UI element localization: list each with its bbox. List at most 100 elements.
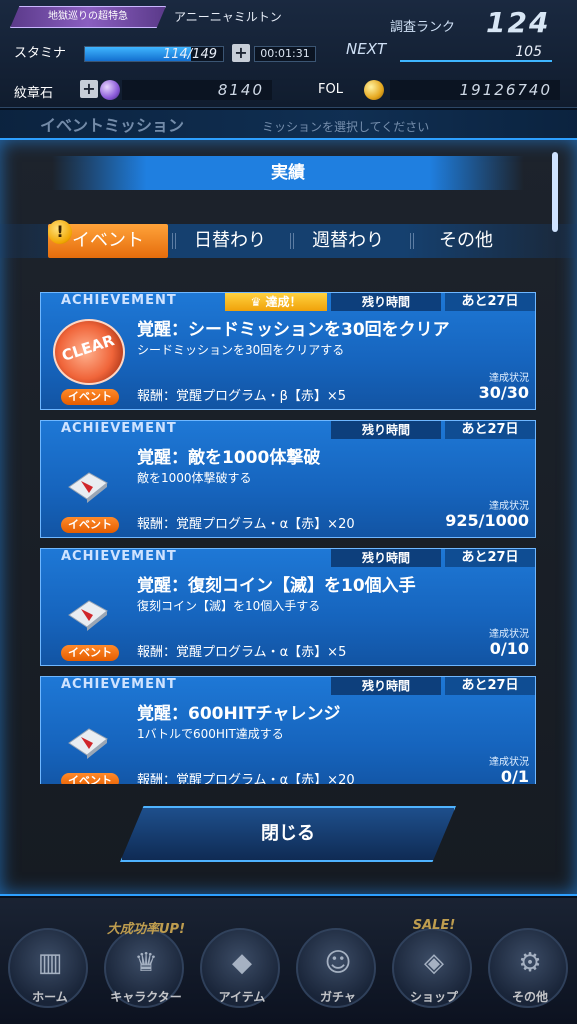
background-subtitle: ミッションを選択してください [262,120,430,134]
mission-description: シードミッションを30回をクリアする [137,343,345,357]
remain-label: 残り時間 [331,549,441,567]
nav-character[interactable]: 大成功率UP! ♛ キャラクター [104,922,185,1008]
nav-label: ホーム [32,990,68,1004]
item-icon: ◆ [232,948,252,978]
mission-reward: 報酬：覚醒プログラム・α【赤】×5 [137,645,347,660]
tab-separator [172,233,176,249]
nav-gacha[interactable]: ☺ ガチャ [296,928,376,1008]
fol-box: 19126740 [390,80,560,100]
achieved-badge: ♛ 達成！ [225,293,327,311]
card-header: ACHIEVEMENT [61,293,177,308]
background-title: イベントミッション [40,116,185,135]
nav-item[interactable]: ◆ アイテム [200,928,280,1008]
mission-title: 覚醒：600HITチャレンジ [137,704,341,724]
remain-label: 残り時間 [331,293,441,311]
mission-list[interactable]: ACHIEVEMENT ♛ 達成！ 残り時間 あと27日 CLEAR 覚醒：シー… [40,290,538,784]
stamina-label: スタミナ [14,46,67,61]
clear-stamp-text: CLEAR [59,331,117,365]
settings-gear-icon: ⚙ [518,948,542,978]
event-tag-badge: イベント [61,517,119,533]
clear-stamp-icon: CLEAR [53,319,125,385]
home-icon: ▥ [37,948,63,978]
gem-icon [100,80,120,100]
tab-separator [290,233,294,249]
list-scrollbar[interactable] [552,152,558,232]
close-button[interactable]: 閉じる [120,806,456,862]
remain-value: あと27日 [445,549,535,567]
mission-title: 覚醒：敵を1000体撃破 [137,448,321,468]
mission-reward: 報酬：覚醒プログラム・α【赤】×20 [137,517,355,532]
fol-value: 19126740 [459,81,552,99]
status-label: 達成状況 [489,629,529,640]
mission-reward: 報酬：覚醒プログラム・α【赤】×20 [137,773,355,784]
tab-bar: イベント 日替わり 週替わり その他 [0,224,577,258]
rank-value: 124 [486,6,551,39]
rank-label: 調査ランク [390,20,456,35]
program-chip-icon [68,728,108,759]
fol-label: FOL [318,82,343,97]
mission-progress: 0/1 [500,767,529,784]
nav-shop[interactable]: SALE! ◈ ショップ [392,918,472,1008]
mission-card[interactable]: ACHIEVEMENT 残り時間 あと27日 覚醒：600HITチャレンジ 1バ… [40,676,536,784]
stamina-bar: 114/149 [84,46,224,62]
mission-progress: 925/1000 [445,511,529,530]
stone-box: 8140 [122,80,272,100]
remain-value: あと27日 [445,421,535,439]
tab-daily[interactable]: 日替わり [178,224,282,258]
remain-label: 残り時間 [331,421,441,439]
program-chip-icon [68,472,108,503]
remain-label: 残り時間 [331,677,441,695]
character-icon: ♛ [134,948,158,978]
next-bar: 105 [400,44,552,62]
nav-promo: 大成功率UP! [106,922,185,937]
nav-label: キャラクター [110,990,182,1004]
tab-separator [410,233,414,249]
mission-progress: 0/10 [489,639,529,658]
card-header: ACHIEVEMENT [61,421,177,436]
nav-other[interactable]: ⚙ その他 [488,928,568,1008]
nav-label: ショップ [409,990,458,1004]
next-label: NEXT [346,40,387,58]
mission-progress: 30/30 [478,383,529,402]
mission-reward: 報酬：覚醒プログラム・β【赤】×5 [137,389,347,404]
status-label: 達成状況 [489,757,529,768]
modal-title: 実績 [52,156,524,190]
mission-description: 復刻コイン【滅】を10個入手する [137,599,321,613]
tab-other[interactable]: その他 [416,224,516,258]
stamina-value: 114/149 [162,47,217,62]
event-tag-badge: イベント [61,389,119,405]
status-label: 達成状況 [489,373,529,384]
stamina-plus-button[interactable]: + [232,44,250,62]
program-chip-icon [68,600,108,631]
stamina-timer: 00:01:31 [254,46,316,62]
status-bar: 地獄巡りの超特急 アニーニャミルトン 調査ランク 124 スタミナ 114/14… [0,0,577,108]
event-tag-badge: イベント [61,645,119,661]
status-label: 達成状況 [489,501,529,512]
nav-label: アイテム [218,990,266,1004]
nav-home[interactable]: ▥ ホーム [8,928,88,1008]
card-header: ACHIEVEMENT [61,677,177,692]
mission-card[interactable]: ACHIEVEMENT 残り時間 あと27日 覚醒：敵を1000体撃破 敵を10… [40,420,536,538]
achievement-modal: 実績 イベント 日替わり 週替わり その他 ! ACHIEVEMENT ♛ 達成… [0,138,577,896]
card-header: ACHIEVEMENT [61,549,177,564]
stone-value: 8140 [217,81,264,99]
coin-icon [364,80,384,100]
tab-weekly[interactable]: 週替わり [296,224,400,258]
event-tag-badge: イベント [61,773,119,784]
next-value: 105 [515,44,542,60]
mission-title: 覚醒：シードミッションを30回をクリア [137,320,450,340]
alert-icon: ! [48,220,72,244]
remain-value: あと27日 [445,677,535,695]
event-tag[interactable]: 地獄巡りの超特急 [10,6,166,28]
remain-value: あと27日 [445,293,535,311]
stone-label: 紋章石 [14,86,54,101]
gacha-icon: ☺ [324,948,352,978]
stone-plus-button[interactable]: + [80,80,98,98]
mission-description: 1バトルで600HIT達成する [137,727,284,741]
shop-icon: ◈ [424,948,444,978]
nav-promo: SALE! [412,918,456,933]
mission-title: 覚醒：復刻コイン【滅】を10個入手 [137,576,416,596]
nav-label: ガチャ [320,990,356,1004]
mission-card[interactable]: ACHIEVEMENT ♛ 達成！ 残り時間 あと27日 CLEAR 覚醒：シー… [40,292,536,410]
mission-card[interactable]: ACHIEVEMENT 残り時間 あと27日 覚醒：復刻コイン【滅】を10個入手… [40,548,536,666]
